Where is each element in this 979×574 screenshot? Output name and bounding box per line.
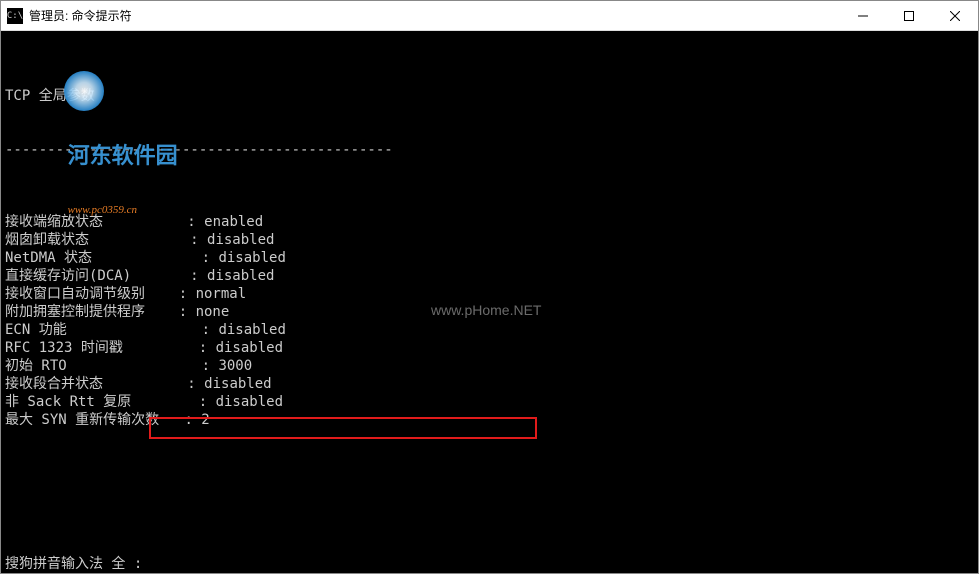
param-row: 非 Sack Rtt 复原 : disabled	[5, 393, 974, 411]
close-button[interactable]	[932, 1, 978, 30]
param-value: 3000	[218, 357, 252, 375]
param-value: disabled	[204, 375, 271, 393]
minimize-icon	[858, 11, 868, 21]
param-separator: :	[179, 303, 196, 321]
param-separator: :	[202, 249, 219, 267]
param-value: enabled	[204, 213, 263, 231]
param-value: disabled	[207, 231, 274, 249]
maximize-button[interactable]	[886, 1, 932, 30]
param-label: 烟囱卸载状态	[5, 231, 190, 249]
close-icon	[950, 11, 960, 21]
param-separator: :	[187, 375, 204, 393]
param-value: disabled	[216, 393, 283, 411]
param-label: 附加拥塞控制提供程序	[5, 303, 179, 321]
command-prompt-window: C:\ 管理员: 命令提示符 TCP 全局参数 ----------------…	[0, 0, 979, 574]
app-icon: C:\	[7, 8, 23, 24]
param-row: 接收端缩放状态 : enabled	[5, 213, 974, 231]
param-value: disabled	[218, 249, 285, 267]
titlebar[interactable]: C:\ 管理员: 命令提示符	[1, 1, 978, 31]
param-separator: :	[179, 285, 196, 303]
param-row: 接收窗口自动调节级别 : normal	[5, 285, 974, 303]
param-row: 接收段合并状态 : disabled	[5, 375, 974, 393]
param-row: RFC 1323 时间戳 : disabled	[5, 339, 974, 357]
param-label: 接收段合并状态	[5, 375, 187, 393]
param-separator: :	[190, 231, 207, 249]
param-label: 接收端缩放状态	[5, 213, 187, 231]
divider: ----------------------------------------…	[5, 141, 974, 159]
param-label: 接收窗口自动调节级别	[5, 285, 179, 303]
window-title: 管理员: 命令提示符	[29, 7, 132, 24]
param-row: 烟囱卸载状态 : disabled	[5, 231, 974, 249]
param-separator: :	[190, 267, 207, 285]
param-row: NetDMA 状态 : disabled	[5, 249, 974, 267]
param-separator: :	[202, 357, 219, 375]
param-label: 最大 SYN 重新传输次数	[5, 411, 184, 429]
param-label: 初始 RTO	[5, 357, 202, 375]
param-label: 直接缓存访问(DCA)	[5, 267, 190, 285]
param-value: disabled	[207, 267, 274, 285]
param-row: 直接缓存访问(DCA) : disabled	[5, 267, 974, 285]
param-separator: :	[202, 321, 219, 339]
param-separator: :	[187, 213, 204, 231]
param-separator: :	[199, 339, 216, 357]
window-controls	[840, 1, 978, 30]
terminal-area[interactable]: TCP 全局参数 -------------------------------…	[1, 31, 978, 573]
minimize-button[interactable]	[840, 1, 886, 30]
param-label: 非 Sack Rtt 复原	[5, 393, 199, 411]
tcp-header: TCP 全局参数	[5, 87, 974, 105]
param-label: ECN 功能	[5, 321, 202, 339]
param-label: NetDMA 状态	[5, 249, 202, 267]
param-row: 附加拥塞控制提供程序 : none	[5, 303, 974, 321]
param-separator: :	[199, 393, 216, 411]
param-row: 初始 RTO : 3000	[5, 357, 974, 375]
param-value: disabled	[218, 321, 285, 339]
param-row: ECN 功能 : disabled	[5, 321, 974, 339]
param-separator: :	[184, 411, 201, 429]
param-value: normal	[196, 285, 247, 303]
param-value: 2	[201, 411, 209, 429]
param-value: disabled	[216, 339, 283, 357]
maximize-icon	[904, 11, 914, 21]
param-row: 最大 SYN 重新传输次数 : 2	[5, 411, 974, 429]
param-label: RFC 1323 时间戳	[5, 339, 199, 357]
ime-status: 搜狗拼音输入法 全 :	[5, 555, 142, 573]
param-value: none	[196, 303, 230, 321]
